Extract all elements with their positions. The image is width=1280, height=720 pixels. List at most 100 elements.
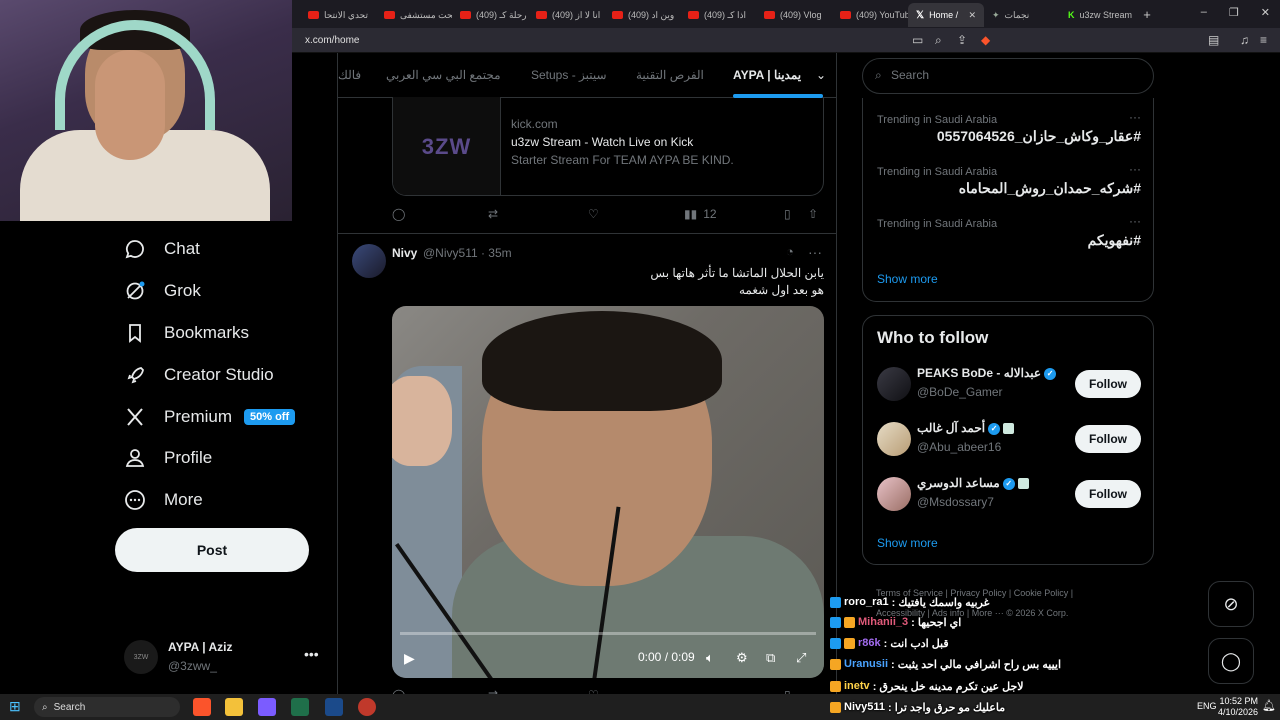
premium-discount-badge: 50% off [244,409,296,425]
avatar[interactable] [877,477,911,511]
screen-icon[interactable]: ▭ [912,33,923,47]
follow-button[interactable]: Follow [1075,480,1141,508]
trending-show-more[interactable]: Show more [877,272,938,286]
follow-suggestion[interactable]: مساعد الدوسري ✓ @Msdossary7 Follow [877,474,1141,514]
grok-fab-button[interactable]: ⊘ [1208,581,1254,627]
more-icon[interactable]: ··· [808,244,822,260]
chat-fab-button[interactable]: ◯ [1208,638,1254,684]
youtube-icon [764,11,775,19]
share-icon[interactable]: ⇧ [808,207,818,221]
trend-item[interactable]: Trending in Saudi Arabia ··· #شركه_حمدان… [877,162,1141,206]
browser-tab[interactable]: (409) انا لا از [528,3,604,27]
reply-icon[interactable]: ◯ [392,207,405,221]
nav-profile[interactable]: Profile [124,438,212,478]
fullscreen-icon[interactable]: ⤢ [796,650,806,666]
more-icon[interactable]: ··· [1129,162,1141,176]
brave-shield-icon[interactable]: ◆ [981,33,990,47]
close-tab-icon[interactable]: ✕ [968,10,976,21]
close-window-icon[interactable]: ✕ [1261,6,1270,19]
app-icon[interactable] [358,698,376,716]
maximize-icon[interactable]: ❐ [1229,6,1239,19]
account-menu-icon[interactable]: ••• [304,646,319,662]
tab-setups[interactable]: Setups - سيتبز [531,68,607,82]
tab-arab-pc-community[interactable]: مجتمع البي سي العربي [386,68,501,82]
video-person-hair [482,311,722,411]
zoom-icon[interactable]: ⌕ [935,33,942,48]
trend-item[interactable]: Trending in Saudi Arabia ··· #نفهويكم [877,214,1141,258]
app-icon[interactable] [258,698,276,716]
share-icon[interactable]: ⇪ [957,33,967,47]
url-field[interactable]: x.com/home [305,35,359,46]
tab-falk[interactable]: فالك [338,68,361,82]
link-card[interactable]: 3ZW kick.com u3zw Stream - Watch Live on… [392,97,824,196]
steam-icon[interactable] [325,698,343,716]
like-icon[interactable]: ♡ [588,207,599,221]
tab-tech-opportunities[interactable]: الفرص التقنية [636,68,704,82]
nav-chat[interactable]: Chat [124,229,200,269]
retweet-icon[interactable]: ⇄ [488,207,498,221]
taskbar-search[interactable]: ⌕ Search [34,697,180,717]
nav-premium[interactable]: Premium 50% off [124,397,296,437]
windows-start-icon[interactable]: ⊞ [9,698,21,715]
views-button[interactable]: ▮▮ 12 [684,207,717,221]
avatar[interactable] [877,422,911,456]
bookmark-icon[interactable]: ▯ [784,207,791,221]
follow-suggestion[interactable]: PEAKS BoDe - عبدالاله ✓ @BoDe_Gamer Follo… [877,364,1141,404]
account-switcher[interactable]: 3ZW AYPA | Aziz @3zww_ ••• [124,636,324,680]
notification-bell-icon[interactable]: 🔔︎ [1262,699,1276,712]
taskbar-clock[interactable]: 10:52 PM 4/10/2026 [1218,696,1258,718]
search-box[interactable]: ⌕ [862,58,1154,94]
browser-tab[interactable]: تحدي الانتحا [300,3,376,27]
settings-gear-icon[interactable]: ⚙ [736,650,748,666]
new-tab-button[interactable]: + [1136,7,1158,22]
volume-icon[interactable]: 🔈︎ [706,650,714,666]
more-icon[interactable]: ··· [1129,110,1141,124]
video-progress-bar[interactable] [400,632,816,635]
youtube-icon [536,11,547,19]
chat-badge-icon [830,616,841,628]
language-indicator[interactable]: ENG [1197,701,1217,711]
tweet[interactable]: Nivy @Nivy511 · 35m ◔ ··· يابن الحلال ال… [338,233,836,702]
browser-tab[interactable]: (409) وين اد [604,3,680,27]
avatar[interactable] [877,367,911,401]
browser-tab[interactable]: Ku3zw Stream [1060,3,1136,27]
trend-item[interactable]: Trending in Saudi Arabia ··· #عقار_وكاش_… [877,110,1141,154]
nav-creator-studio[interactable]: Creator Studio [124,355,274,395]
browser-tab[interactable]: (409) رحلة كـ [452,3,528,27]
more-icon[interactable]: ··· [1129,214,1141,228]
follow-button[interactable]: Follow [1075,370,1141,398]
avatar[interactable] [352,244,386,278]
who-to-follow-show-more[interactable]: Show more [877,536,938,550]
media-icon[interactable]: ♫ [1240,33,1249,47]
follow-button[interactable]: Follow [1075,425,1141,453]
post-button[interactable]: Post [115,528,309,572]
browser-tab[interactable]: فتحت مستشفى [376,3,452,27]
nav-bookmarks[interactable]: Bookmarks [124,313,249,353]
chevron-down-icon[interactable]: ⌄ [816,68,826,82]
main-timeline: AYPA | يمدينا ⌄ الفرص التقنية Setups - س… [337,53,837,720]
follow-suggestion[interactable]: أحمد آل غالب ✓ @Abu_abeer16 Follow [877,419,1141,459]
browser-tab[interactable]: (409) Vlog [756,3,832,27]
app-icon[interactable] [291,698,309,716]
tab-aypa[interactable]: AYPA | يمدينا [733,68,801,82]
browser-tab[interactable]: (409) YouTube [832,3,908,27]
tweet-text-line: هو بعد اول شغمه [738,283,824,297]
minimize-icon[interactable]: – [1201,6,1207,19]
brave-icon[interactable] [193,698,211,716]
trend-hashtag: #شركه_حمدان_روش_المحاماه [958,180,1141,196]
browser-tab-active[interactable]: 𝕏 Home / ✕ [908,3,984,27]
browser-tab[interactable]: (409) اذا كـ [680,3,756,27]
x-logo-icon [124,406,146,428]
browser-tab[interactable]: ✦ نجمات [984,3,1060,27]
grok-icon[interactable]: ◔ [786,244,794,259]
pip-icon[interactable]: ⧉ [766,650,775,666]
nav-more[interactable]: More [124,480,203,520]
tweet-author-name[interactable]: Nivy [392,246,417,260]
play-icon[interactable]: ▶ [404,650,415,667]
menu-icon[interactable]: ≡ [1260,33,1267,47]
file-explorer-icon[interactable] [225,698,243,716]
nav-grok[interactable]: Grok [124,271,201,311]
sidebar-toggle-icon[interactable]: ▤ [1208,33,1219,47]
search-input[interactable] [891,68,1131,82]
video-player[interactable]: ▶ 0:00 / 0:09 🔈︎ ⚙ ⧉ ⤢ [392,306,824,678]
